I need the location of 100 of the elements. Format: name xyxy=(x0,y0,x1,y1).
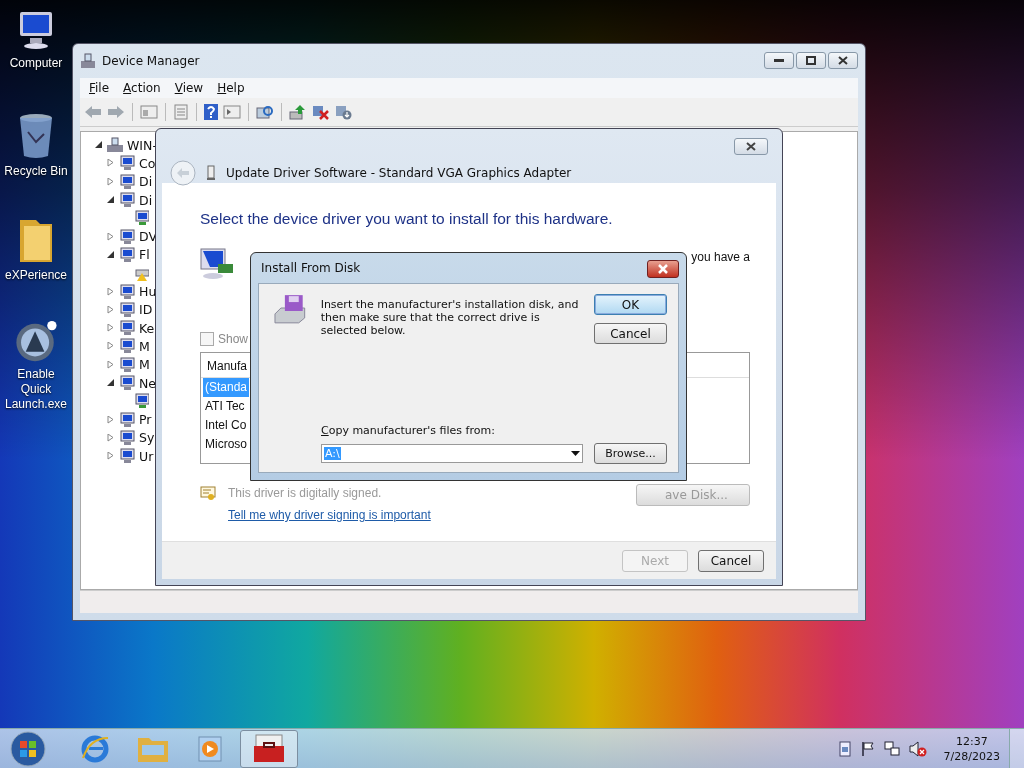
minimize-icon xyxy=(774,58,784,63)
expand-arrow-icon[interactable] xyxy=(107,324,115,333)
cancel-button[interactable]: Cancel xyxy=(594,323,667,344)
device-icon xyxy=(118,228,136,245)
tree-item[interactable]: Co xyxy=(139,155,156,171)
menu-item[interactable]: View xyxy=(174,81,204,95)
help-icon[interactable] xyxy=(204,104,218,120)
help-link[interactable]: Tell me why driver signing is important xyxy=(228,508,431,522)
forward-arrow-icon[interactable] xyxy=(107,105,125,119)
menu-item[interactable]: File xyxy=(89,81,110,95)
close-button[interactable] xyxy=(647,260,679,278)
back-button-icon[interactable] xyxy=(170,160,196,186)
close-icon xyxy=(657,264,669,274)
device-icon xyxy=(118,155,136,172)
maximize-icon xyxy=(806,56,816,65)
expand-arrow-icon[interactable] xyxy=(107,232,115,241)
tree-item[interactable]: Pr xyxy=(139,412,152,428)
expand-arrow-icon[interactable] xyxy=(107,433,115,442)
close-icon xyxy=(746,142,756,151)
device-icon xyxy=(118,375,136,391)
tree-item[interactable]: WIN- xyxy=(127,137,157,153)
device-icon xyxy=(118,356,136,373)
expand-arrow-icon[interactable] xyxy=(107,360,115,369)
cancel-button[interactable]: Cancel xyxy=(698,549,764,572)
browse-button[interactable]: Browse... xyxy=(594,443,667,464)
desktop-icon-label[interactable]: Recycle Bin xyxy=(4,164,68,179)
desktop-icon-label[interactable]: eXPerience xyxy=(4,268,67,283)
browser-icon xyxy=(80,733,110,764)
collapse-arrow-icon[interactable] xyxy=(95,141,103,150)
clock-time[interactable]: 12:37 xyxy=(955,733,988,749)
tree-item[interactable]: Ne xyxy=(139,375,157,391)
document-tray-icon[interactable] xyxy=(837,740,852,757)
menu-item[interactable]: Help xyxy=(217,81,245,95)
tree-item[interactable]: Di xyxy=(139,192,153,208)
tree-item[interactable]: Ke xyxy=(139,320,155,336)
certificate-icon xyxy=(200,485,216,501)
desktop-icon-label[interactable]: Computer xyxy=(9,56,63,71)
collapse-arrow-icon[interactable] xyxy=(107,250,115,259)
checkbox[interactable] xyxy=(200,332,214,346)
signature-note: This driver is digitally signed. xyxy=(228,486,382,500)
device-icon xyxy=(118,173,136,190)
collapse-arrow-icon[interactable] xyxy=(107,379,115,387)
floppy-drive-icon xyxy=(273,294,307,324)
network-tray-icon[interactable] xyxy=(883,740,900,757)
expand-arrow-icon[interactable] xyxy=(107,415,115,424)
monitor-card-icon xyxy=(200,248,234,280)
expand-arrow-icon[interactable] xyxy=(107,452,115,461)
toolbox-icon xyxy=(252,733,286,764)
instruction-text: you have a xyxy=(690,250,750,264)
checkbox-label[interactable]: Show xyxy=(218,332,249,346)
dialog-title: Install From Disk xyxy=(261,261,361,275)
expand-arrow-icon[interactable] xyxy=(107,159,115,168)
toolbox-taskbar-button[interactable] xyxy=(240,729,298,768)
device-icon[interactable] xyxy=(135,210,149,227)
muted-speaker-icon[interactable] xyxy=(908,740,927,757)
instruction-text: Insert the manufacturer's installation disk, and then make sure that the correct drive is selected below. xyxy=(320,298,580,337)
menu-item[interactable]: Action xyxy=(123,81,161,95)
close-icon xyxy=(838,56,848,65)
action-pane-icon[interactable] xyxy=(223,104,241,120)
tree-item[interactable]: Sy xyxy=(139,430,155,446)
tree-item[interactable]: M xyxy=(139,338,150,354)
ok-button[interactable]: OK xyxy=(594,294,667,315)
list-item[interactable]: ATI Tec xyxy=(203,397,247,416)
tree-item[interactable]: Fl xyxy=(139,247,150,263)
disable-device-icon[interactable] xyxy=(335,104,353,120)
device-icon xyxy=(118,320,136,337)
device-icon xyxy=(118,338,136,355)
device-icon xyxy=(118,301,136,318)
tree-item[interactable]: M xyxy=(139,357,150,373)
flag-tray-icon[interactable] xyxy=(860,740,875,757)
close-button[interactable] xyxy=(828,52,858,69)
close-button[interactable] xyxy=(734,138,768,155)
expand-arrow-icon[interactable] xyxy=(107,177,115,186)
tree-item[interactable]: Ur xyxy=(139,448,154,464)
start-button[interactable] xyxy=(10,730,46,767)
device-icon xyxy=(118,192,136,209)
list-item[interactable]: Intel Co xyxy=(203,416,249,435)
clock-date[interactable]: 7/28/2023 xyxy=(943,748,1000,764)
expand-arrow-icon[interactable] xyxy=(107,287,115,296)
maximize-button[interactable] xyxy=(796,52,826,69)
expand-arrow-icon[interactable] xyxy=(107,342,115,351)
desktop-icon-label[interactable]: Enable Quick Launch.exe xyxy=(1,367,71,412)
uninstall-icon[interactable] xyxy=(312,104,330,120)
update-driver-icon[interactable] xyxy=(289,104,307,120)
collapse-arrow-icon[interactable] xyxy=(107,196,115,205)
console-tree-icon[interactable] xyxy=(140,104,158,120)
minimize-button[interactable] xyxy=(764,52,794,69)
computer-tree-icon xyxy=(106,137,124,154)
list-item[interactable]: Microso xyxy=(203,435,249,454)
device-icon[interactable] xyxy=(135,393,149,410)
dialog-heading: Select the device driver you want to install for this hardware. xyxy=(200,210,614,229)
tree-item[interactable]: Hu xyxy=(139,284,157,299)
tree-item[interactable]: Di xyxy=(139,174,153,190)
back-arrow-icon[interactable] xyxy=(84,105,102,119)
scan-hardware-icon[interactable] xyxy=(256,104,274,120)
device-icon xyxy=(118,429,136,446)
expand-arrow-icon[interactable] xyxy=(107,305,115,314)
app-icon[interactable] xyxy=(13,320,59,363)
tree-item[interactable]: ID xyxy=(139,302,153,318)
device-icon xyxy=(118,411,136,428)
